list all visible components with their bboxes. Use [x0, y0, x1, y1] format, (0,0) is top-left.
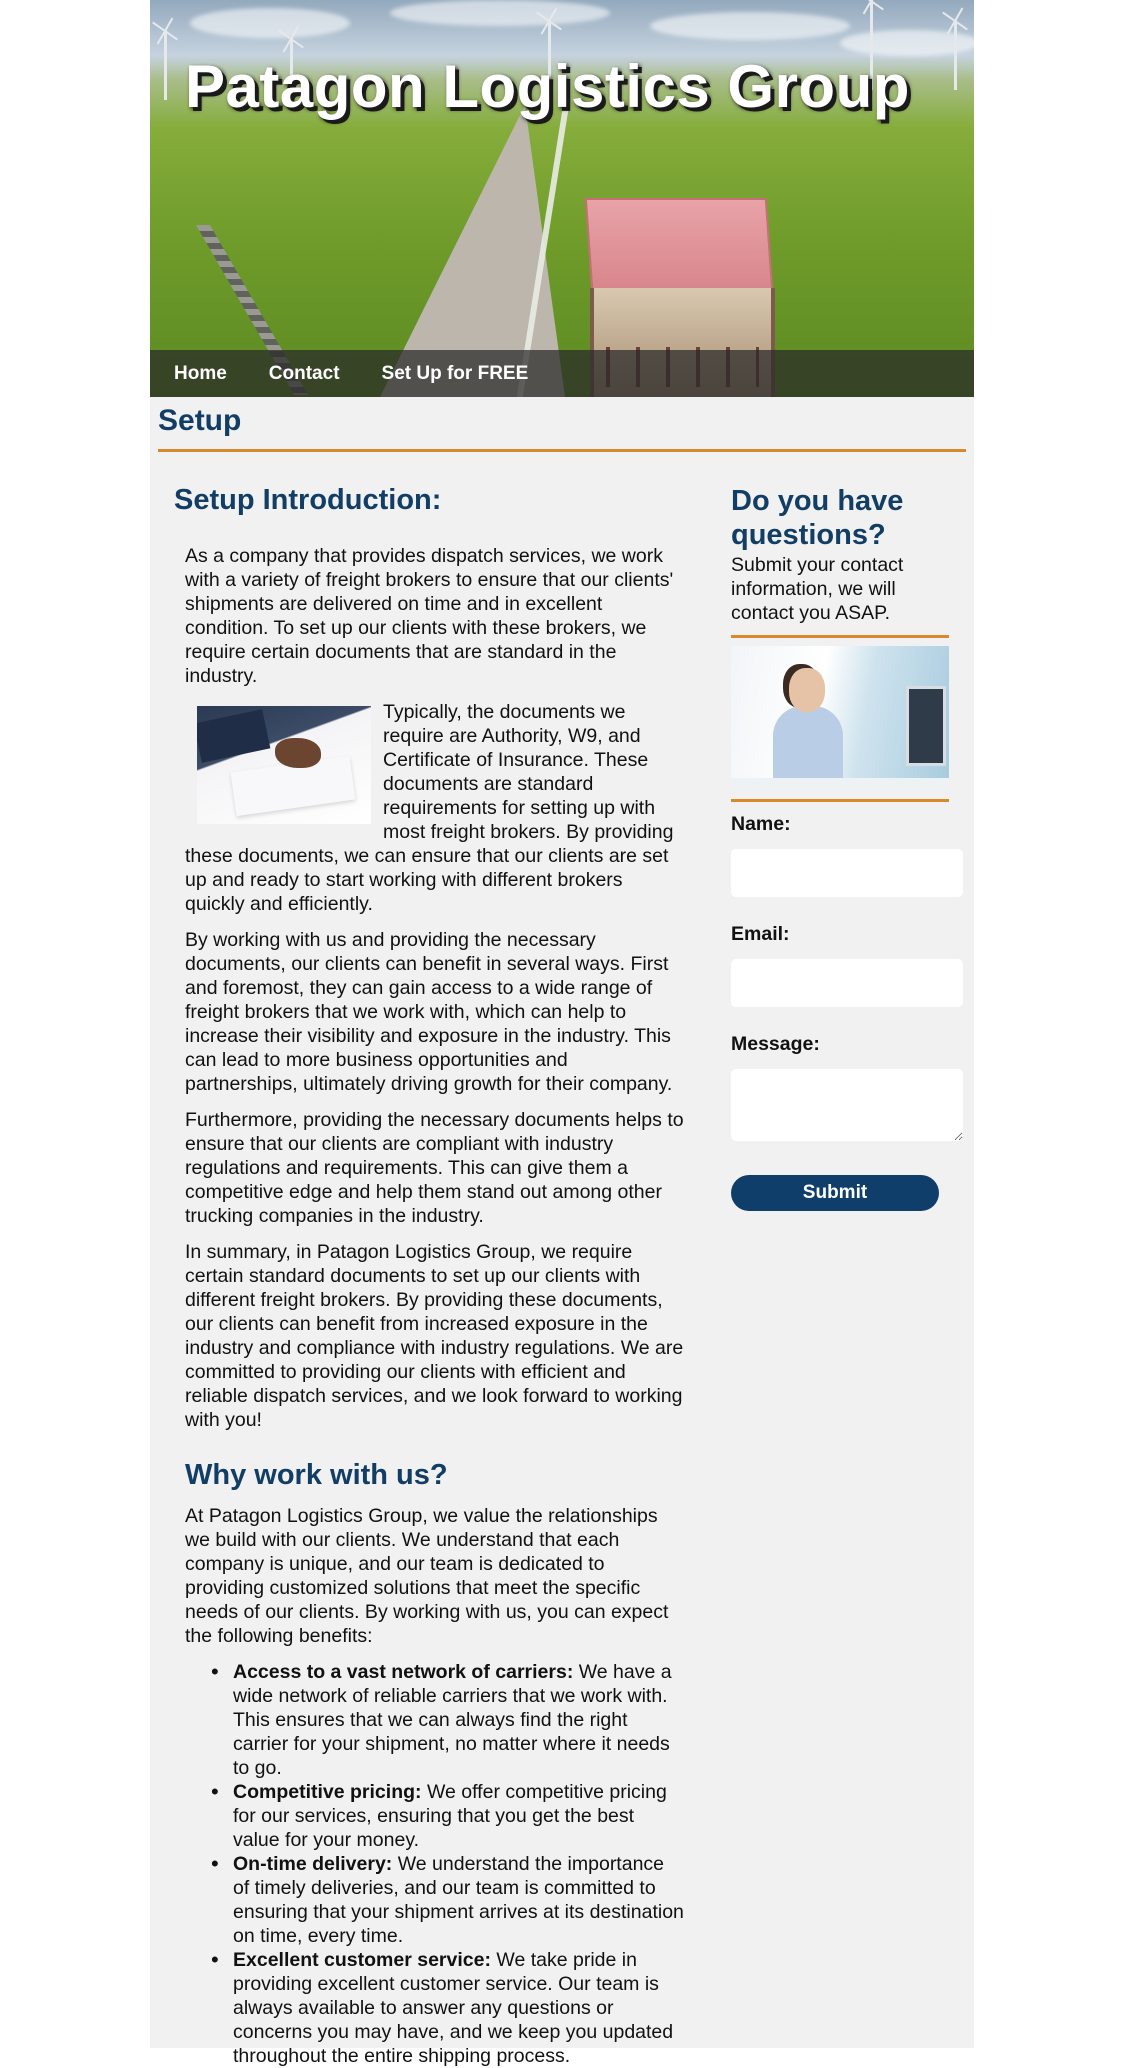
list-item: Excellent customer service: We take prid…	[211, 1948, 685, 2068]
benefit-title: Access to a vast network of carriers:	[233, 1661, 574, 1683]
section-divider	[158, 449, 966, 452]
intro-paragraph-5: In summary, in Patagon Logistics Group, …	[185, 1241, 684, 1431]
sidebar-divider-bottom	[731, 799, 949, 802]
nav-home-link[interactable]: Home	[174, 363, 227, 385]
intro-paragraph-3: By working with us and providing the nec…	[185, 929, 673, 1095]
sidebar-divider-top	[731, 635, 949, 638]
name-field[interactable]	[731, 849, 963, 897]
main-nav: Home Contact Set Up for FREE	[150, 350, 974, 397]
list-item: Competitive pricing: We offer competitiv…	[211, 1780, 685, 1852]
nav-contact-link[interactable]: Contact	[269, 363, 340, 385]
support-agent-image	[731, 646, 949, 792]
message-label: Message:	[731, 1033, 820, 1055]
sidebar-intro: Submit your contact information, we will…	[731, 554, 904, 624]
list-item: Access to a vast network of carriers: We…	[211, 1660, 685, 1780]
hero-banner: Patagon Logistics Group Home Contact Set…	[150, 0, 974, 397]
benefit-title: Competitive pricing:	[233, 1781, 422, 1803]
benefit-title: On-time delivery:	[233, 1853, 393, 1875]
why-paragraph: At Patagon Logistics Group, we value the…	[185, 1505, 669, 1647]
submit-button[interactable]: Submit	[731, 1175, 939, 1211]
truck-image	[584, 198, 774, 290]
list-item: On-time delivery: We understand the impo…	[211, 1852, 685, 1948]
intro-paragraph-4: Furthermore, providing the necessary doc…	[185, 1109, 684, 1227]
nav-setup-link[interactable]: Set Up for FREE	[382, 363, 529, 385]
email-label: Email:	[731, 923, 790, 945]
intro-heading: Setup Introduction:	[174, 484, 442, 516]
email-field[interactable]	[731, 959, 963, 1007]
page-title: Setup	[158, 404, 242, 437]
site-title: Patagon Logistics Group	[185, 53, 910, 120]
benefits-list: Access to a vast network of carriers: We…	[211, 1660, 685, 2068]
why-heading: Why work with us?	[185, 1459, 448, 1491]
document-signing-image	[197, 706, 371, 824]
intro-paragraph-1: As a company that provides dispatch serv…	[185, 545, 674, 687]
name-label: Name:	[731, 813, 791, 835]
page: Patagon Logistics Group Home Contact Set…	[150, 0, 974, 2067]
message-field[interactable]	[731, 1069, 963, 1141]
contact-form: Name: Email: Message: Submit	[731, 813, 966, 1211]
contact-sidebar: Do you have questions? Submit your conta…	[731, 484, 966, 1211]
benefit-title: Excellent customer service:	[233, 1949, 491, 1971]
sidebar-heading: Do you have questions?	[731, 485, 904, 551]
